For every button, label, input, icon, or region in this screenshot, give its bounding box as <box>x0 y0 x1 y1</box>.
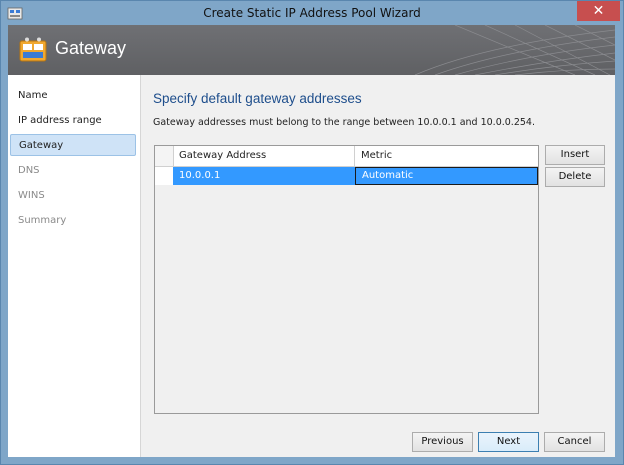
row-header[interactable] <box>155 167 174 185</box>
main-panel: Specify default gateway addresses Gatewa… <box>141 75 615 457</box>
nav-item-summary: Summary <box>18 215 67 226</box>
title-bar[interactable]: Create Static IP Address Pool Wizard ✕ <box>1 1 623 25</box>
nav-item-wins: WINS <box>18 190 45 201</box>
page-description: Gateway addresses must belong to the ran… <box>153 117 535 128</box>
gateway-grid[interactable]: Gateway Address Metric 10.0.0.1 Automati… <box>154 145 539 414</box>
cancel-button[interactable]: Cancel <box>544 432 605 452</box>
gateway-address-cell[interactable]: 10.0.0.1 <box>173 167 355 185</box>
wizard-content: Name IP address range Gateway DNS WINS S… <box>8 75 615 457</box>
column-header-gateway-address[interactable]: Gateway Address <box>173 146 355 166</box>
column-header-metric[interactable]: Metric <box>355 146 538 166</box>
metric-cell[interactable]: Automatic <box>355 167 538 185</box>
grid-header: Gateway Address Metric <box>155 146 538 167</box>
banner-decoration <box>414 25 615 75</box>
page-banner: Gateway <box>8 25 615 75</box>
table-row[interactable]: 10.0.0.1 Automatic <box>155 167 538 185</box>
nav-item-gateway[interactable]: Gateway <box>10 134 136 156</box>
page-title: Specify default gateway addresses <box>153 91 362 106</box>
nav-item-name[interactable]: Name <box>10 85 136 107</box>
nav-item-ip-address-range[interactable]: IP address range <box>10 110 136 132</box>
gateway-icon <box>19 37 47 62</box>
close-button[interactable]: ✕ <box>577 1 620 21</box>
grid-corner-cell[interactable] <box>155 146 174 166</box>
previous-button[interactable]: Previous <box>412 432 473 452</box>
nav-item-dns: DNS <box>18 165 40 176</box>
delete-button[interactable]: Delete <box>545 167 605 187</box>
insert-button[interactable]: Insert <box>545 145 605 165</box>
wizard-window: Create Static IP Address Pool Wizard ✕ G… <box>0 0 624 465</box>
window-title: Create Static IP Address Pool Wizard <box>203 6 421 20</box>
next-button[interactable]: Next <box>478 432 539 452</box>
banner-heading: Gateway <box>55 38 127 58</box>
wizard-steps-nav: Name IP address range Gateway DNS WINS S… <box>8 75 141 457</box>
